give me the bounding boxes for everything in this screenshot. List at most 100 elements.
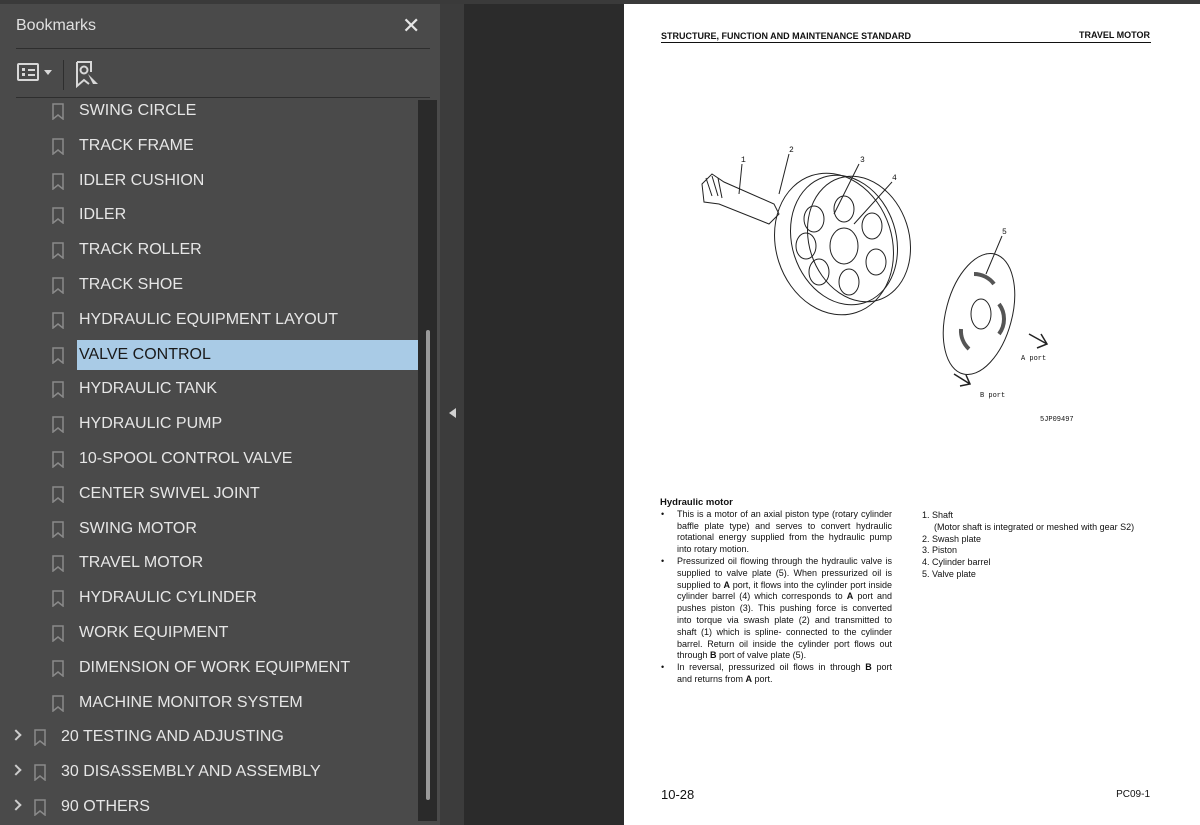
- collapse-panel-button[interactable]: [440, 4, 464, 825]
- bookmark-item[interactable]: HYDRAULIC CYLINDER: [0, 583, 418, 613]
- bullet-item: This is a motor of an axial piston type …: [660, 509, 892, 556]
- chevron-left-icon: [449, 408, 456, 418]
- figure-code: 5JP09497: [1040, 416, 1074, 424]
- bookmark-label: HYDRAULIC EQUIPMENT LAYOUT: [79, 310, 339, 328]
- bookmark-item[interactable]: HYDRAULIC EQUIPMENT LAYOUT: [0, 305, 418, 335]
- callout-5: 5: [1002, 228, 1007, 237]
- bookmark-label: SWING CIRCLE: [79, 102, 197, 119]
- bullet-item: Pressurized oil flowing through the hydr…: [660, 556, 892, 662]
- bookmark-label: IDLER CUSHION: [79, 171, 205, 189]
- bookmark-icon: [52, 172, 64, 190]
- bookmark-icon: [34, 764, 46, 782]
- chevron-right-icon[interactable]: [10, 764, 22, 776]
- bookmark-icon: [52, 242, 64, 260]
- b-port-label: B port: [980, 392, 1005, 400]
- bookmark-icon: [34, 729, 46, 747]
- bookmark-label: WORK EQUIPMENT: [79, 624, 229, 641]
- bookmark-label: HYDRAULIC TANK: [79, 380, 218, 398]
- bookmark-item[interactable]: CENTER SWIVEL JOINT: [0, 479, 418, 509]
- legend-item: 5. Valve plate: [922, 568, 976, 579]
- bookmark-item[interactable]: 20 TESTING AND ADJUSTING: [0, 722, 418, 752]
- bookmark-label: SWING MOTOR: [79, 519, 197, 537]
- parts-legend: 1. Shaft (Motor shaft is integrated or me…: [922, 510, 1162, 581]
- bookmarks-panel: Bookmarks ✕ SWING CIRCLE TRACK FRAME IDLER…: [0, 4, 440, 825]
- bookmark-icon: [34, 799, 46, 816]
- bookmark-item[interactable]: TRACK FRAME: [0, 131, 418, 161]
- bookmark-icon: [52, 486, 64, 503]
- bookmark-label: 30 DISASSEMBLY AND ASSEMBLY: [61, 763, 321, 781]
- bookmark-item[interactable]: 90 OTHERS: [0, 792, 418, 822]
- bullet-list: This is a motor of an axial piston type …: [660, 509, 892, 686]
- document-page: STRUCTURE, FUNCTION AND MAINTENANCE STAN…: [624, 4, 1200, 825]
- bookmark-label: CENTER SWIVEL JOINT: [79, 484, 260, 502]
- close-icon[interactable]: ✕: [402, 13, 420, 39]
- divider: [16, 48, 430, 49]
- bookmark-label: HYDRAULIC PUMP: [79, 415, 223, 433]
- bookmark-icon: [52, 694, 64, 712]
- header-rule: [661, 42, 1151, 43]
- scrollbar-thumb[interactable]: [426, 330, 430, 800]
- bookmark-label: IDLER: [79, 206, 127, 224]
- bookmark-icon: [52, 555, 64, 573]
- page-header-right: TRAVEL MOTOR: [1078, 30, 1150, 40]
- a-port-label: A port: [1021, 355, 1046, 363]
- bookmark-item[interactable]: IDLER CUSHION: [0, 166, 418, 196]
- bookmark-item[interactable]: SWING CIRCLE: [0, 100, 418, 126]
- callout-2: 2: [789, 146, 794, 155]
- bookmark-item[interactable]: MACHINE MONITOR SYSTEM: [0, 688, 418, 718]
- panel-title: Bookmarks: [16, 17, 97, 34]
- callout-1: 1: [741, 156, 746, 165]
- toolbar-separator: [63, 60, 64, 90]
- find-bookmark-icon[interactable]: [75, 60, 99, 88]
- legend-item: 2. Swash plate: [922, 533, 982, 544]
- bookmark-item[interactable]: HYDRAULIC PUMP: [0, 409, 418, 439]
- bookmark-icon: [52, 312, 64, 329]
- bookmark-item[interactable]: 30 DISASSEMBLY AND ASSEMBLY: [0, 757, 418, 787]
- bookmark-label: DIMENSION OF WORK EQUIPMENT: [79, 658, 351, 676]
- legend-item: 1. Shaft: [922, 510, 954, 520]
- chevron-right-icon[interactable]: [10, 729, 22, 742]
- bookmark-item[interactable]: TRACK SHOE: [0, 270, 418, 300]
- page-number: 10-28: [661, 787, 695, 802]
- bookmark-item[interactable]: VALVE CONTROL: [0, 339, 418, 370]
- page-header-left: STRUCTURE, FUNCTION AND MAINTENANCE STAN…: [661, 31, 911, 41]
- section-title: Hydraulic motor: [660, 497, 733, 508]
- bookmark-item[interactable]: IDLER: [0, 200, 418, 230]
- model-code: PC09-1: [1116, 789, 1150, 800]
- bookmark-item[interactable]: HYDRAULIC TANK: [0, 374, 418, 404]
- legend-item: 4. Cylinder barrel: [922, 557, 991, 568]
- bookmark-icon: [52, 625, 64, 642]
- chevron-right-icon[interactable]: [10, 799, 22, 811]
- description: Hydraulic motor This is a motor of an ax…: [660, 497, 892, 686]
- divider: [16, 97, 430, 98]
- bookmark-label: 10-SPOOL CONTROL VALVE: [79, 450, 293, 467]
- bullet-item: In reversal, pressurized oil flows in th…: [660, 662, 892, 686]
- bookmark-icon: [52, 590, 64, 608]
- legend-item: 3. Piston: [922, 545, 958, 556]
- bookmark-label: MACHINE MONITOR SYSTEM: [79, 693, 303, 711]
- bookmark-label: TRACK SHOE: [79, 276, 184, 293]
- legend-item: (Motor shaft is integrated or meshed wit…: [934, 521, 1135, 532]
- bookmark-item[interactable]: TRACK ROLLER: [0, 235, 418, 265]
- bookmark-label: HYDRAULIC CYLINDER: [79, 589, 257, 607]
- bookmark-icon: [52, 138, 64, 155]
- bookmark-icon: [52, 346, 64, 364]
- bookmark-item[interactable]: 10-SPOOL CONTROL VALVE: [0, 444, 418, 474]
- bookmark-label: TRACK ROLLER: [79, 241, 202, 259]
- bookmark-icon: [52, 451, 64, 468]
- options-list-icon[interactable]: [17, 63, 39, 81]
- bookmark-label: 20 TESTING AND ADJUSTING: [61, 728, 284, 746]
- chevron-down-icon[interactable]: [44, 70, 52, 79]
- bookmark-label: TRACK FRAME: [79, 136, 194, 154]
- bookmark-item[interactable]: SWING MOTOR: [0, 514, 418, 544]
- bookmark-item[interactable]: WORK EQUIPMENT: [0, 618, 418, 648]
- callout-4: 4: [892, 174, 897, 183]
- bookmark-icon: [52, 381, 64, 399]
- bookmark-item[interactable]: TRAVEL MOTOR: [0, 548, 418, 578]
- bookmark-icon: [52, 207, 64, 225]
- bookmark-icon: [52, 520, 64, 538]
- bookmark-label: 90 OTHERS: [61, 798, 150, 815]
- bookmark-icon: [52, 416, 64, 434]
- bookmark-icon: [52, 103, 64, 120]
- bookmark-item[interactable]: DIMENSION OF WORK EQUIPMENT: [0, 653, 418, 683]
